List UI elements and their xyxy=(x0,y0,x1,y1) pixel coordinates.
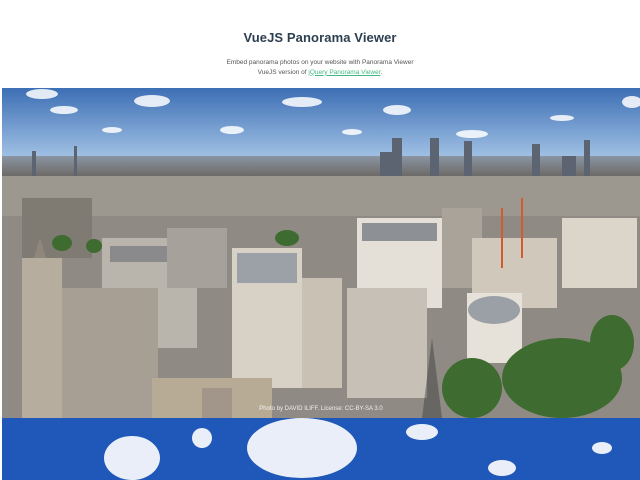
page-description: Embed panorama photos on your website wi… xyxy=(0,58,640,77)
description-line-2: VueJS version of jQuery Panorama Viewer. xyxy=(0,68,640,78)
city-panorama-image xyxy=(2,88,640,418)
page-title: VueJS Panorama Viewer xyxy=(243,30,397,45)
description-line-1: Embed panorama photos on your website wi… xyxy=(226,59,414,66)
sky-panorama-image xyxy=(2,418,640,480)
panorama-viewer-sky[interactable] xyxy=(2,418,640,480)
jquery-panorama-viewer-link[interactable]: jQuery Panorama Viewer xyxy=(308,69,380,76)
page-header: VueJS Panorama Viewer Embed panorama pho… xyxy=(0,0,640,88)
description-prefix: VueJS version of xyxy=(257,68,309,76)
photo-credit: Photo by DAVID ILIFF. License: CC-BY-SA … xyxy=(259,406,383,412)
panorama-viewer-city[interactable]: Photo by DAVID ILIFF. License: CC-BY-SA … xyxy=(2,88,640,418)
description-suffix: . xyxy=(380,68,383,76)
